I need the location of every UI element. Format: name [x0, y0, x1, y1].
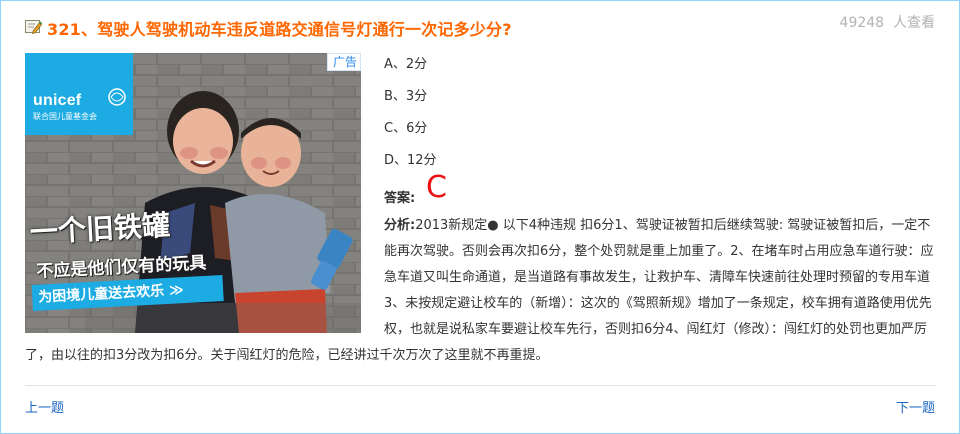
option-a: A、2分 [384, 57, 428, 72]
ad-wrap-spacer [25, 213, 384, 343]
answer-value: C [426, 170, 447, 205]
view-count: 49248 人查看 [840, 12, 935, 32]
unicef-subtitle: 联合国儿童基金会 [33, 112, 97, 121]
unicef-name: unicef [33, 92, 82, 109]
option-c: C、6分 [384, 121, 428, 136]
next-question-link[interactable]: 下一题 [896, 397, 935, 416]
question-header: 321、驾驶人驾驶机动车违反道路交通信号灯通行一次记多少分? 49248 人查看 [25, 15, 935, 41]
answer-label: 答案: [384, 191, 416, 206]
view-count-suffix: 人查看 [893, 15, 935, 31]
prev-question-link[interactable]: 上一题 [25, 397, 64, 416]
analysis-label: 分析: [384, 218, 416, 233]
ad-badge[interactable]: 广告 [326, 53, 361, 71]
divider [25, 385, 936, 386]
analysis-block: 分析:2013新规定● 以下4种违规 扣6分1、驾驶证被暂扣后继续驾驶: 驾驶证… [25, 213, 937, 369]
edit-icon [25, 19, 43, 34]
unicef-logo: unicef 联合国儿童基金会 [25, 53, 133, 135]
option-d: D、12分 [384, 153, 437, 168]
view-count-number: 49248 [839, 15, 885, 31]
question-title: 321、驾驶人驾驶机动车违反道路交通信号灯通行一次记多少分? [47, 20, 512, 39]
option-b: B、3分 [384, 89, 428, 104]
question-card: 321、驾驶人驾驶机动车违反道路交通信号灯通行一次记多少分? 49248 人查看 [0, 0, 960, 434]
